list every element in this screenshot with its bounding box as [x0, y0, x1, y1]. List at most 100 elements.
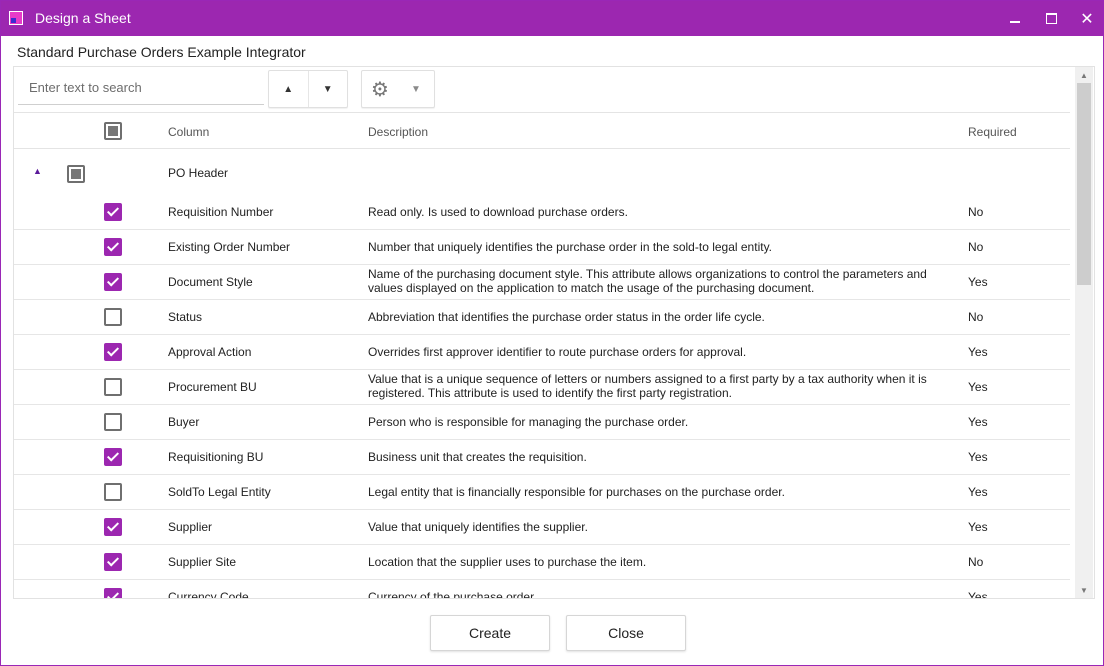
- maximize-button[interactable]: [1033, 1, 1069, 36]
- description-line: Person who is responsible for managing t…: [368, 415, 689, 429]
- table-row[interactable]: Supplier Value that uniquely identifies t…: [14, 510, 1070, 545]
- required-value: No: [968, 310, 984, 324]
- description-line: registered. This attribute is used to id…: [368, 386, 732, 400]
- description-line: values displayed on the application to m…: [368, 281, 815, 295]
- settings-button[interactable]: ⚙: [362, 71, 398, 107]
- required-value: No: [968, 555, 984, 569]
- integrator-title: Standard Purchase Orders Example Integra…: [17, 44, 306, 60]
- required-value: Yes: [968, 450, 988, 464]
- caret-down-icon: ▼: [322, 83, 333, 95]
- settings-button-group: ⚙ ▼: [361, 70, 435, 108]
- collapse-triangle-icon[interactable]: ▲: [33, 166, 42, 176]
- table-row[interactable]: Existing Order Number Number that uniquel…: [14, 230, 1070, 265]
- column-description: Legal entity that is financially respons…: [368, 485, 948, 499]
- table-row[interactable]: Supplier Site Location that the supplier …: [14, 545, 1070, 580]
- row-checkbox[interactable]: [104, 483, 122, 501]
- row-checkbox[interactable]: [104, 343, 122, 361]
- table-row[interactable]: Requisition Number Read only. Is used to …: [14, 195, 1070, 230]
- table-row[interactable]: SoldTo Legal Entity Legal entity that is …: [14, 475, 1070, 510]
- column-name: Procurement BU: [168, 380, 257, 394]
- description-line: Read only. Is used to download purchase …: [368, 205, 628, 219]
- close-window-button[interactable]: ✕: [1069, 1, 1103, 36]
- required-value: No: [968, 205, 984, 219]
- table-row[interactable]: Status Abbreviation that identifies the p…: [14, 300, 1070, 335]
- required-value: No: [968, 240, 984, 254]
- window-title: Design a Sheet: [35, 10, 131, 26]
- row-checkbox[interactable]: [104, 203, 122, 221]
- column-description: Number that uniquely identifies the purc…: [368, 240, 948, 254]
- group-row-po-header: ▲ PO Header: [14, 150, 1070, 190]
- column-name: Requisition Number: [168, 205, 274, 219]
- row-checkbox[interactable]: [104, 588, 122, 598]
- row-checkbox[interactable]: [104, 308, 122, 326]
- column-name: Supplier Site: [168, 555, 237, 569]
- app-icon: [9, 11, 23, 25]
- settings-menu-button[interactable]: ▼: [398, 71, 434, 107]
- required-value: Yes: [968, 485, 988, 499]
- select-all-checkbox[interactable]: [104, 122, 122, 140]
- required-value: Yes: [968, 275, 988, 289]
- row-checkbox[interactable]: [104, 448, 122, 466]
- column-name: Requisitioning BU: [168, 450, 264, 464]
- row-checkbox[interactable]: [104, 378, 122, 396]
- table-row[interactable]: Buyer Person who is responsible for manag…: [14, 405, 1070, 440]
- scroll-up-button[interactable]: ▲: [1075, 67, 1093, 83]
- required-value: Yes: [968, 520, 988, 534]
- create-button[interactable]: Create: [430, 615, 550, 651]
- description-line: Name of the purchasing document style. T…: [368, 267, 927, 281]
- column-description: Currency of the purchase order.: [368, 590, 948, 599]
- column-description: Person who is responsible for managing t…: [368, 415, 948, 429]
- column-description: Value that uniquely identifies the suppl…: [368, 520, 948, 534]
- column-description: Read only. Is used to download purchase …: [368, 205, 948, 219]
- column-description: Name of the purchasing document style. T…: [368, 267, 948, 295]
- scroll-up-icon: ▲: [1080, 70, 1088, 80]
- scroll-down-button[interactable]: ▼: [1075, 582, 1093, 598]
- description-line: Location that the supplier uses to purch…: [368, 555, 647, 569]
- column-name: Document Style: [168, 275, 253, 289]
- close-button[interactable]: Close: [566, 615, 686, 651]
- column-description: Abbreviation that identifies the purchas…: [368, 310, 948, 324]
- gear-icon: ⚙: [371, 78, 389, 101]
- table-row[interactable]: Procurement BU Value that is a unique seq…: [14, 370, 1070, 405]
- required-header: Required: [968, 125, 1017, 139]
- description-line: Business unit that creates the requisiti…: [368, 450, 587, 464]
- description-line: Currency of the purchase order.: [368, 590, 537, 599]
- column-name: Buyer: [168, 415, 200, 429]
- required-value: Yes: [968, 345, 988, 359]
- design-sheet-dialog: Design a Sheet ✕ Standard Purchase Order…: [0, 0, 1104, 666]
- row-checkbox[interactable]: [104, 553, 122, 571]
- table-row[interactable]: Requisitioning BU Business unit that crea…: [14, 440, 1070, 475]
- column-description: Business unit that creates the requisiti…: [368, 450, 948, 464]
- table-row[interactable]: Document Style Name of the purchasing doc…: [14, 265, 1070, 300]
- row-checkbox[interactable]: [104, 518, 122, 536]
- scrollbar-thumb[interactable]: [1077, 83, 1091, 285]
- move-up-button[interactable]: ▲: [269, 71, 309, 107]
- row-checkbox[interactable]: [104, 273, 122, 291]
- vertical-scrollbar[interactable]: ▲ ▼: [1075, 67, 1093, 598]
- description-line: Number that uniquely identifies the purc…: [368, 240, 773, 254]
- description-header: Description: [368, 125, 429, 139]
- minimize-button[interactable]: [997, 1, 1033, 36]
- column-name: Status: [168, 310, 203, 324]
- column-name: Currency Code: [168, 590, 249, 599]
- column-header: Column: [168, 125, 210, 139]
- group-checkbox[interactable]: [67, 165, 85, 183]
- minimize-icon: [1010, 20, 1020, 23]
- scroll-down-icon: ▼: [1080, 585, 1088, 595]
- row-checkbox[interactable]: [104, 413, 122, 431]
- move-down-button[interactable]: ▼: [309, 71, 348, 107]
- search-input[interactable]: [18, 71, 264, 105]
- table-row[interactable]: Approval Action Overrides first approver …: [14, 335, 1070, 370]
- column-name: Supplier: [168, 520, 213, 534]
- row-checkbox[interactable]: [104, 238, 122, 256]
- required-value: Yes: [968, 380, 988, 394]
- column-grid-panel: ▲ ▼ ⚙ ▼ Column Description Required ▲ PO…: [13, 66, 1095, 599]
- table-row[interactable]: Currency Code Currency of the purchase or…: [14, 580, 1070, 599]
- description-line: Overrides first approver identifier to r…: [368, 345, 747, 359]
- maximize-icon: [1045, 13, 1057, 24]
- group-label: PO Header: [168, 166, 229, 180]
- column-description: Value that is a unique sequence of lette…: [368, 372, 948, 400]
- close-icon: ✕: [1080, 10, 1094, 28]
- title-bar[interactable]: Design a Sheet ✕: [1, 1, 1103, 36]
- description-line: Value that uniquely identifies the suppl…: [368, 520, 588, 534]
